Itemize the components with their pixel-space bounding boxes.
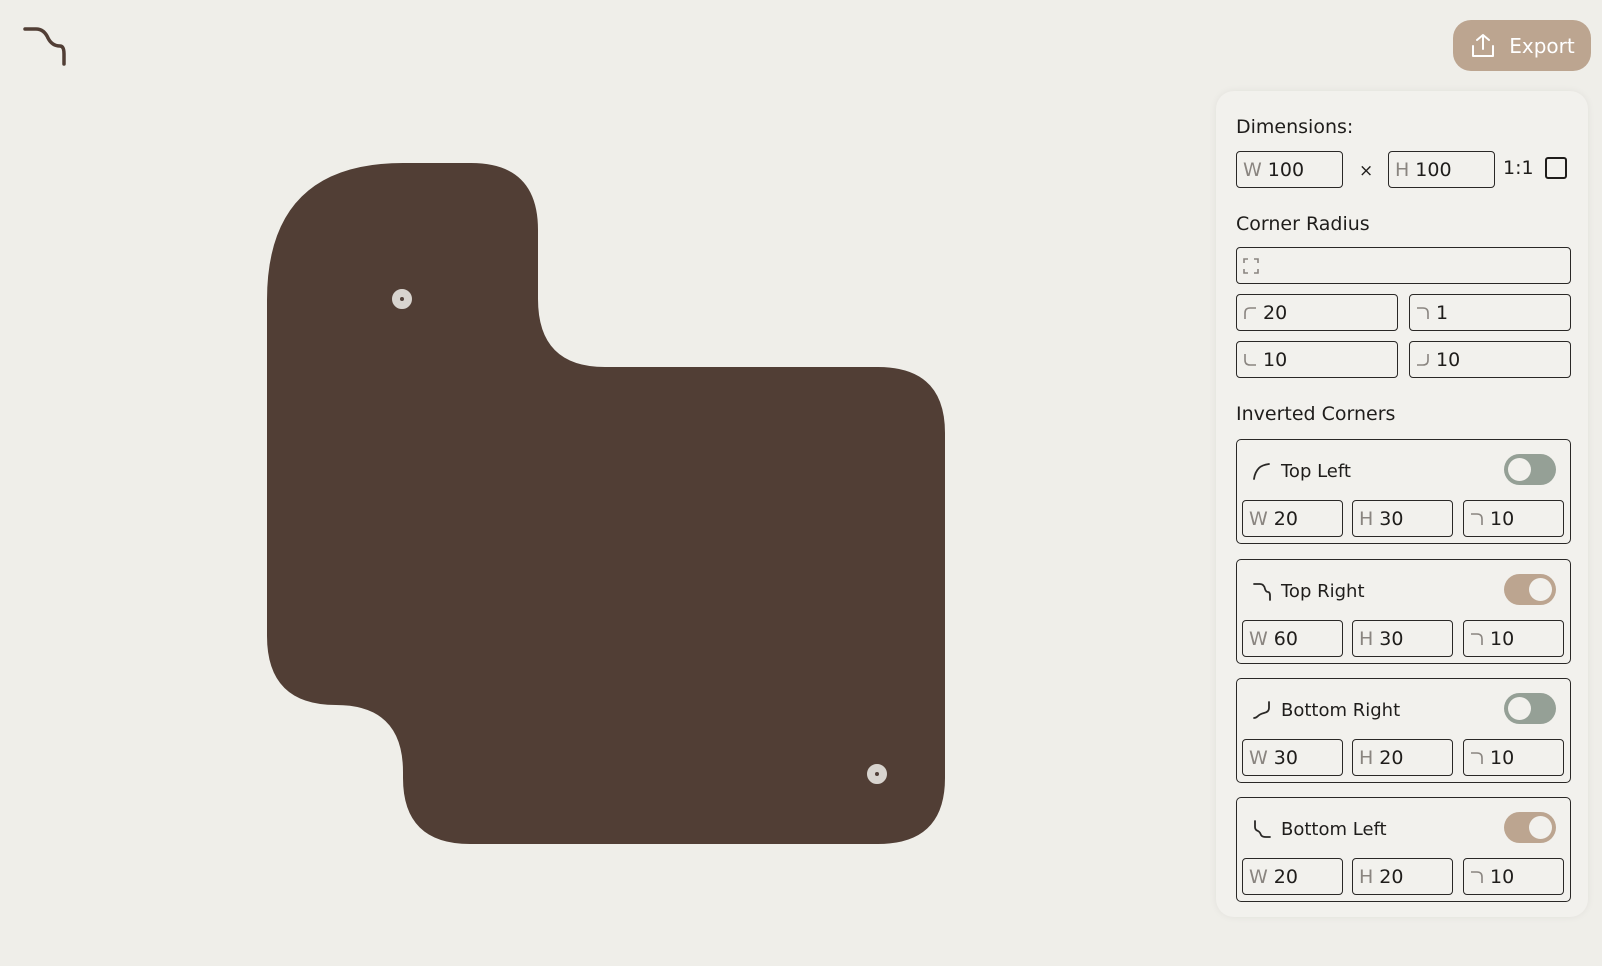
corner-top-right-icon <box>1416 306 1430 320</box>
corner-top-left-icon <box>1243 306 1257 320</box>
width-prefix: W <box>1249 627 1268 650</box>
times-sign: × <box>1359 161 1374 181</box>
height-prefix: H <box>1359 865 1374 888</box>
inverted-corner-bottom-left: Bottom Left W 20 H 20 10 <box>1236 797 1571 902</box>
shape-canvas[interactable] <box>0 0 1200 966</box>
inverted-top-right-icon <box>1253 583 1271 601</box>
inverted-top-right-radius-input[interactable]: 10 <box>1463 620 1564 657</box>
settings-panel: Dimensions: W 100 × H 100 1:1 Corner Rad… <box>1216 91 1588 917</box>
corner-radius-icon <box>1470 632 1484 646</box>
inverted-bottom-right-icon <box>1253 701 1270 719</box>
expand-corners-icon <box>1243 257 1259 274</box>
corner-radius-icon <box>1470 870 1484 884</box>
inverted-top-left-width: 20 <box>1273 507 1298 530</box>
inverted-bottom-left-radius-input[interactable]: 10 <box>1463 858 1564 895</box>
inverted-top-right-width: 60 <box>1273 627 1298 650</box>
dimensions-title: Dimensions: <box>1236 116 1354 138</box>
width-input[interactable]: W 100 <box>1236 151 1343 188</box>
inverted-bottom-right-width-input[interactable]: W 30 <box>1242 739 1343 776</box>
inverted-top-right-label: Top Right <box>1281 581 1365 602</box>
aspect-ratio-label: 1:1 <box>1503 157 1534 179</box>
inverted-top-left-height: 30 <box>1379 507 1404 530</box>
inverted-bottom-right-height: 20 <box>1379 746 1404 769</box>
inverted-top-left-radius-input[interactable]: 10 <box>1463 500 1564 537</box>
inverted-corner-top-left: Top Left W 20 H 30 10 <box>1236 439 1571 544</box>
height-value: 100 <box>1415 158 1452 181</box>
radius-bottom-right-value: 10 <box>1436 348 1461 371</box>
inverted-bottom-left-radius: 10 <box>1490 865 1515 888</box>
height-input[interactable]: H 100 <box>1388 151 1495 188</box>
inverted-top-left-icon <box>1253 463 1270 480</box>
shape-preview[interactable] <box>267 163 945 844</box>
inverted-bottom-left-width: 20 <box>1273 865 1298 888</box>
inverted-bottom-right-label: Bottom Right <box>1281 700 1401 721</box>
upload-icon <box>1472 33 1495 57</box>
inverted-top-right-height: 30 <box>1379 627 1404 650</box>
export-button[interactable]: Export <box>1453 20 1591 71</box>
inverted-corners-title: Inverted Corners <box>1236 403 1396 425</box>
inverted-bottom-left-height: 20 <box>1379 865 1404 888</box>
corner-bottom-right-icon <box>1416 353 1430 367</box>
inverted-bottom-left-width-input[interactable]: W 20 <box>1242 858 1343 895</box>
resize-handle-top-left[interactable] <box>392 289 412 309</box>
radius-bottom-left-input[interactable]: 10 <box>1236 341 1398 378</box>
height-prefix: H <box>1359 746 1374 769</box>
inverted-top-right-toggle[interactable] <box>1504 574 1556 605</box>
radius-top-left-value: 20 <box>1263 301 1288 324</box>
inverted-bottom-left-icon <box>1254 820 1271 838</box>
width-prefix: W <box>1249 746 1268 769</box>
corner-bottom-left-icon <box>1243 353 1257 367</box>
inverted-bottom-left-label: Bottom Left <box>1281 819 1387 840</box>
inverted-top-left-width-input[interactable]: W 20 <box>1242 500 1343 537</box>
inverted-bottom-right-radius: 10 <box>1490 746 1515 769</box>
inverted-top-left-toggle[interactable] <box>1504 454 1556 485</box>
inverted-bottom-right-radius-input[interactable]: 10 <box>1463 739 1564 776</box>
resize-handle-bottom-right[interactable] <box>867 764 887 784</box>
inverted-top-right-radius: 10 <box>1490 627 1515 650</box>
inverted-top-right-height-input[interactable]: H 30 <box>1352 620 1453 657</box>
aspect-ratio-checkbox[interactable] <box>1545 157 1567 179</box>
inverted-bottom-right-toggle[interactable] <box>1504 693 1556 724</box>
inverted-top-left-label: Top Left <box>1281 461 1351 482</box>
height-prefix: H <box>1395 158 1410 181</box>
width-prefix: W <box>1243 158 1262 181</box>
corner-radius-title: Corner Radius <box>1236 213 1370 235</box>
inverted-bottom-left-toggle[interactable] <box>1504 812 1556 843</box>
radius-top-left-input[interactable]: 20 <box>1236 294 1398 331</box>
inverted-corner-top-right: Top Right W 60 H 30 10 <box>1236 559 1571 664</box>
width-prefix: W <box>1249 865 1268 888</box>
inverted-top-right-width-input[interactable]: W 60 <box>1242 620 1343 657</box>
radius-top-right-input[interactable]: 1 <box>1409 294 1571 331</box>
corner-radius-all-input[interactable] <box>1236 247 1571 284</box>
inverted-bottom-right-width: 30 <box>1273 746 1298 769</box>
inverted-top-left-radius: 10 <box>1490 507 1515 530</box>
export-label: Export <box>1509 33 1575 58</box>
radius-bottom-right-input[interactable]: 10 <box>1409 341 1571 378</box>
inverted-top-left-height-input[interactable]: H 30 <box>1352 500 1453 537</box>
radius-top-right-value: 1 <box>1436 301 1449 324</box>
inverted-bottom-right-height-input[interactable]: H 20 <box>1352 739 1453 776</box>
corner-radius-icon <box>1470 751 1484 765</box>
width-prefix: W <box>1249 507 1268 530</box>
height-prefix: H <box>1359 627 1374 650</box>
width-value: 100 <box>1267 158 1305 181</box>
radius-bottom-left-value: 10 <box>1263 348 1288 371</box>
height-prefix: H <box>1359 507 1374 530</box>
inverted-corner-bottom-right: Bottom Right W 30 H 20 10 <box>1236 678 1571 783</box>
corner-radius-icon <box>1470 512 1484 526</box>
inverted-bottom-left-height-input[interactable]: H 20 <box>1352 858 1453 895</box>
